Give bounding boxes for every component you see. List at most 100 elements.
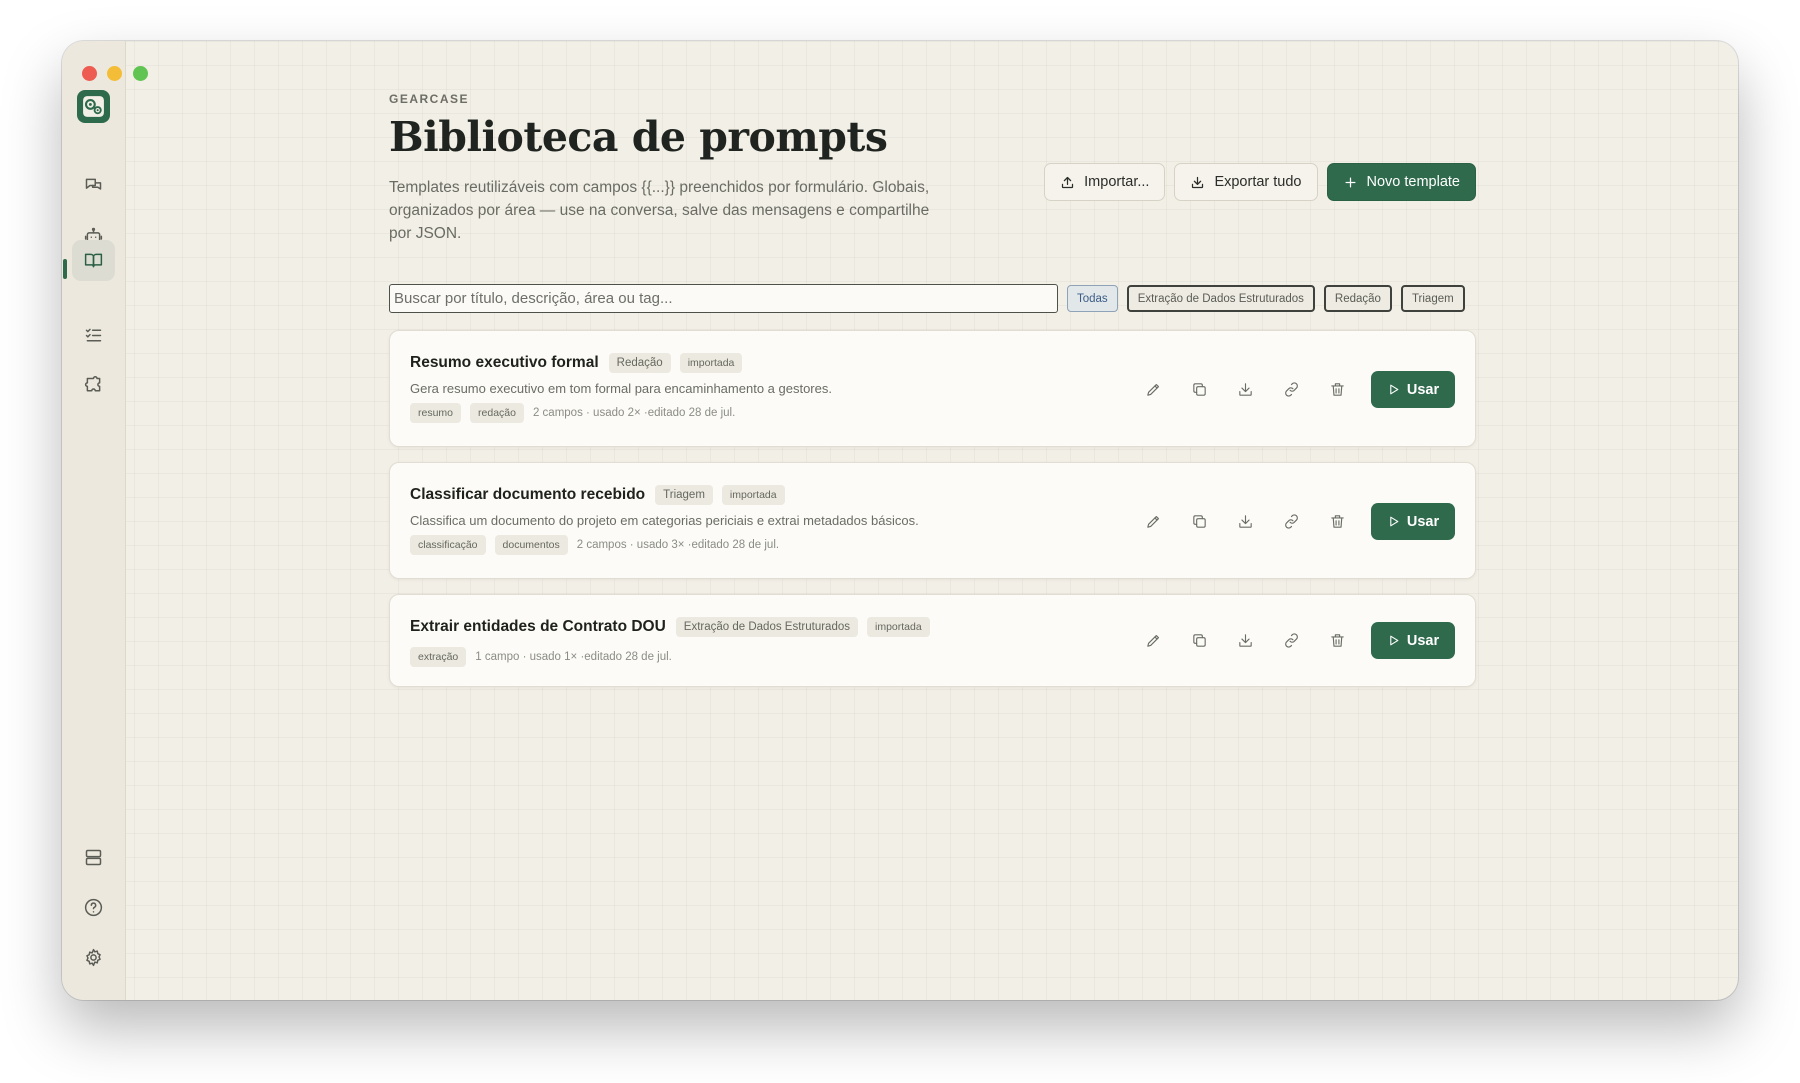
template-import-badge: importada	[721, 485, 785, 505]
template-area-tag: Triagem	[655, 485, 713, 505]
delete-button[interactable]	[1314, 372, 1360, 408]
pencil-icon	[1146, 634, 1159, 647]
edit-button[interactable]	[1130, 623, 1176, 659]
filter-chip-redacao[interactable]: Redação	[1323, 285, 1392, 312]
share-link-button[interactable]	[1268, 623, 1314, 659]
template-area-tag: Extração de Dados Estruturados	[675, 617, 858, 637]
sidebar-item-tasks[interactable]	[72, 315, 115, 356]
export-all-button[interactable]: Exportar tudo	[1174, 163, 1318, 201]
template-tag: extração	[410, 647, 467, 667]
template-tag: documentos	[494, 535, 568, 555]
export-all-button-label: Exportar tudo	[1214, 174, 1302, 190]
template-tag: classificação	[410, 535, 486, 555]
app-eyebrow: GEARCASE	[389, 92, 470, 106]
filter-chip-triagem[interactable]: Triagem	[1400, 285, 1465, 312]
sidebar	[62, 41, 148, 1000]
duplicate-button[interactable]	[1176, 623, 1222, 659]
download-icon	[1238, 515, 1252, 528]
use-button-label: Usar	[1406, 381, 1440, 398]
new-template-button-label: Novo template	[1366, 174, 1461, 190]
delete-button[interactable]	[1314, 623, 1360, 659]
template-card-body: Extrair entidades de Contrato DOU Extraç…	[410, 617, 930, 667]
template-title: Classificar documento recebido	[410, 486, 646, 503]
settings-icon	[86, 948, 101, 967]
duplicate-button[interactable]	[1176, 372, 1222, 408]
trash-icon	[1330, 515, 1344, 528]
download-icon	[1192, 176, 1204, 188]
trash-icon	[1330, 634, 1344, 647]
use-template-button[interactable]: Usar	[1371, 622, 1455, 659]
sidebar-item-prompt-library[interactable]	[72, 240, 115, 281]
template-actions: Usar	[1130, 371, 1455, 408]
template-meta: 2 campos · usado 3× ·editado 28 de jul.	[576, 539, 780, 551]
link-icon	[1284, 514, 1298, 529]
share-link-button[interactable]	[1268, 504, 1314, 540]
active-indicator	[63, 259, 67, 279]
sidebar-item-settings[interactable]	[72, 937, 115, 978]
template-actions: Usar	[1130, 503, 1455, 540]
sidebar-item-plugins[interactable]	[72, 365, 115, 406]
use-button-label: Usar	[1406, 632, 1440, 649]
delete-button[interactable]	[1314, 504, 1360, 540]
download-button[interactable]	[1222, 623, 1268, 659]
search-filter-row: Todas Extração de Dados Estruturados Red…	[389, 284, 1476, 313]
template-tag: resumo	[410, 403, 462, 423]
edit-button[interactable]	[1130, 504, 1176, 540]
sidebar-item-chat[interactable]	[72, 165, 115, 206]
template-actions: Usar	[1130, 622, 1455, 659]
template-title: Extrair entidades de Contrato DOU	[410, 618, 666, 635]
app-logo-icon[interactable]	[77, 90, 110, 123]
search-input[interactable]	[389, 284, 1058, 313]
page-title: Biblioteca de prompts	[389, 113, 888, 161]
link-icon	[1284, 382, 1298, 397]
maximize-window-button[interactable]	[133, 66, 148, 81]
play-icon	[1390, 516, 1399, 527]
server-icon	[85, 849, 102, 866]
filter-chip-all[interactable]: Todas	[1067, 285, 1118, 312]
page-subtitle: Templates reutilizáveis com campos {{...…	[389, 179, 930, 242]
template-card: Resumo executivo formal Redação importad…	[389, 330, 1476, 447]
link-icon	[1284, 633, 1298, 648]
template-card: Classificar documento recebido Triagem i…	[389, 462, 1476, 579]
template-description: Gera resumo executivo em tom formal para…	[410, 381, 832, 396]
template-import-badge: importada	[867, 617, 930, 637]
app-window: GEARCASE Biblioteca de prompts Templates…	[62, 41, 1738, 1000]
trash-icon	[1330, 383, 1344, 396]
import-button-label: Importar...	[1084, 174, 1150, 190]
plus-icon	[1345, 177, 1355, 187]
download-icon	[1238, 383, 1252, 396]
edit-button[interactable]	[1130, 372, 1176, 408]
template-card: Extrair entidades de Contrato DOU Extraç…	[389, 594, 1476, 687]
play-icon	[1390, 384, 1399, 395]
download-button[interactable]	[1222, 504, 1268, 540]
copy-icon	[1192, 383, 1206, 396]
template-card-body: Classificar documento recebido Triagem i…	[410, 485, 919, 555]
filter-chip-extracao[interactable]: Extração de Dados Estruturados	[1126, 285, 1315, 312]
upload-icon	[1062, 176, 1074, 188]
copy-icon	[1192, 515, 1206, 528]
template-import-badge: importada	[679, 353, 743, 373]
chat-icon	[85, 178, 102, 190]
download-icon	[1238, 634, 1252, 647]
minimize-window-button[interactable]	[107, 66, 122, 81]
close-window-button[interactable]	[82, 66, 97, 81]
book-icon	[84, 253, 103, 268]
copy-icon	[1192, 634, 1206, 647]
use-template-button[interactable]: Usar	[1371, 503, 1455, 540]
duplicate-button[interactable]	[1176, 504, 1222, 540]
template-meta: 1 campo · usado 1× ·editado 28 de jul.	[475, 651, 672, 663]
use-button-label: Usar	[1406, 513, 1440, 530]
import-button[interactable]: Importar...	[1044, 163, 1166, 201]
download-button[interactable]	[1222, 372, 1268, 408]
puzzle-icon	[84, 376, 101, 392]
template-title: Resumo executivo formal	[410, 354, 599, 371]
template-meta: 2 campos · usado 2× ·editado 28 de jul.	[532, 407, 736, 419]
template-tag: redação	[470, 403, 524, 423]
sidebar-item-storage[interactable]	[72, 837, 115, 878]
use-template-button[interactable]: Usar	[1371, 371, 1455, 408]
checklist-icon	[85, 328, 102, 342]
header-actions: Importar... Exportar tudo Novo template	[1044, 163, 1476, 201]
sidebar-item-help[interactable]	[72, 887, 115, 928]
new-template-button[interactable]: Novo template	[1326, 163, 1476, 201]
share-link-button[interactable]	[1268, 372, 1314, 408]
